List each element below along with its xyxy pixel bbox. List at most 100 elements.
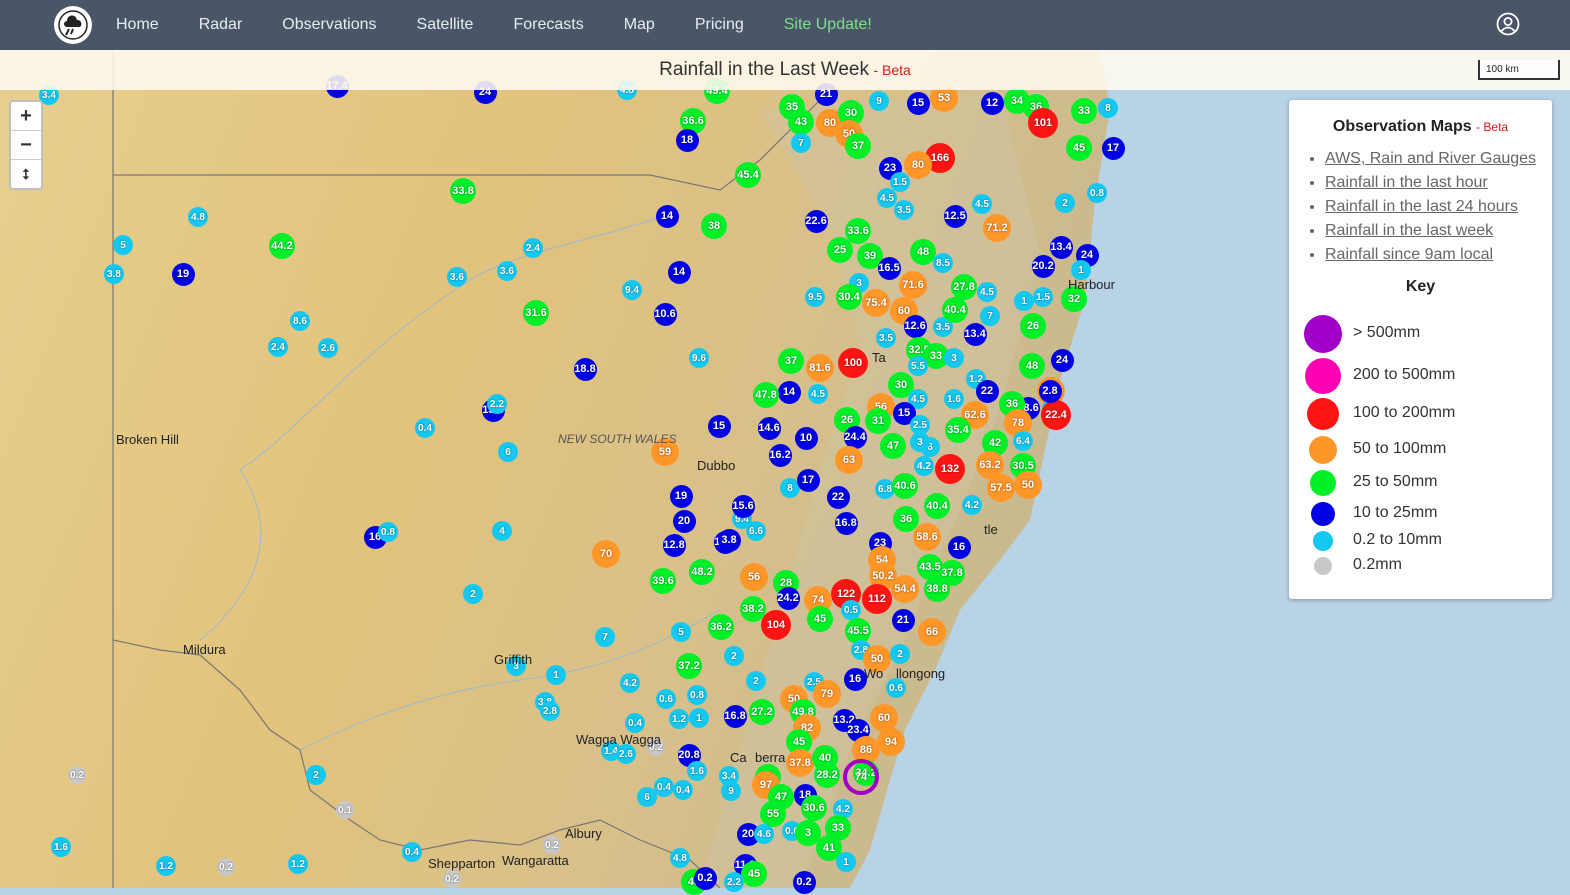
rain-marker[interactable]: 25 <box>827 237 853 263</box>
rain-marker[interactable]: 1 <box>1014 291 1034 311</box>
rain-marker[interactable]: 40.4 <box>942 297 968 323</box>
rain-marker[interactable]: 45 <box>807 606 833 632</box>
rain-marker[interactable]: 70 <box>592 540 620 568</box>
rain-marker[interactable]: 0.2 <box>443 870 461 888</box>
rain-marker[interactable]: 5 <box>671 622 691 642</box>
rain-marker[interactable]: 0.8 <box>1087 183 1107 203</box>
site-logo-icon[interactable] <box>54 6 92 44</box>
rain-marker[interactable]: 33 <box>1071 98 1097 124</box>
rain-marker[interactable]: 2.8 <box>1038 379 1062 403</box>
rain-marker[interactable]: 37.8 <box>786 749 814 777</box>
rain-marker[interactable]: 2 <box>1055 193 1075 213</box>
rain-marker[interactable]: 8.6 <box>290 311 310 331</box>
rain-marker[interactable]: 30.6 <box>801 795 827 821</box>
rain-marker[interactable]: 6 <box>637 787 657 807</box>
rain-marker[interactable]: 0.8 <box>687 685 707 705</box>
rain-marker[interactable]: 2.4 <box>268 337 288 357</box>
rain-marker[interactable]: 45 <box>741 861 767 887</box>
rain-marker[interactable]: 0.4 <box>415 418 435 438</box>
rain-marker[interactable]: 38.8 <box>924 576 950 602</box>
rain-marker[interactable]: 22.6 <box>804 209 828 233</box>
rain-marker[interactable]: 28.2 <box>814 762 840 788</box>
rain-marker[interactable]: 1 <box>689 708 709 728</box>
nav-radar[interactable]: Radar <box>199 16 243 34</box>
rain-marker[interactable]: 37 <box>778 348 804 374</box>
rain-marker[interactable]: 94 <box>877 728 905 756</box>
rain-marker[interactable]: 1 <box>836 852 856 872</box>
rain-marker[interactable]: 2.8 <box>540 701 560 721</box>
nav-pricing[interactable]: Pricing <box>695 16 744 34</box>
rain-marker[interactable]: 8 <box>1098 98 1118 118</box>
rain-marker[interactable]: 112 <box>862 584 892 614</box>
rain-marker[interactable]: 0.2 <box>68 766 86 784</box>
rain-marker[interactable]: 9 <box>869 91 889 111</box>
rain-marker[interactable]: 17 <box>796 468 820 492</box>
rain-marker[interactable]: 6.4 <box>1013 431 1033 451</box>
rain-marker[interactable]: 17 <box>1101 136 1125 160</box>
rain-marker[interactable]: 50 <box>1014 471 1042 499</box>
rain-marker[interactable]: 104 <box>761 610 791 640</box>
rain-marker[interactable]: 8.5 <box>933 253 953 273</box>
rain-marker[interactable]: 1.6 <box>687 761 707 781</box>
rain-marker[interactable]: 21 <box>891 608 915 632</box>
reset-north-button[interactable]: ⭥ <box>11 160 41 188</box>
rain-marker[interactable]: 14 <box>655 204 679 228</box>
rain-marker[interactable]: 10.6 <box>653 302 677 326</box>
rain-marker[interactable]: 0.1 <box>336 801 354 819</box>
rain-marker[interactable]: 22.4 <box>1041 400 1071 430</box>
rain-marker[interactable]: 2.2 <box>724 872 744 892</box>
rain-marker[interactable]: 81.6 <box>806 354 834 382</box>
rain-marker[interactable]: 3.8 <box>717 528 741 552</box>
rain-marker[interactable]: 7 <box>980 306 1000 326</box>
rain-marker[interactable]: 18 <box>675 128 699 152</box>
nav-home[interactable]: Home <box>116 16 159 34</box>
rain-marker[interactable]: 16 <box>947 535 971 559</box>
rain-marker[interactable]: 66 <box>918 618 946 646</box>
rain-marker[interactable]: 40.4 <box>924 493 950 519</box>
rain-marker[interactable]: 0.2 <box>217 858 235 876</box>
rain-marker[interactable]: 4.2 <box>962 495 982 515</box>
nav-forecasts[interactable]: Forecasts <box>513 16 583 34</box>
link-rainfall-since-9am[interactable]: Rainfall since 9am local <box>1325 246 1493 263</box>
rain-marker[interactable]: 47.8 <box>753 382 779 408</box>
rain-marker[interactable]: 20.2 <box>1031 254 1055 278</box>
link-rainfall-24-hours[interactable]: Rainfall in the last 24 hours <box>1325 198 1518 215</box>
rain-marker[interactable]: 0.4 <box>625 713 645 733</box>
rain-marker[interactable]: 48.2 <box>689 559 715 585</box>
rain-marker[interactable]: 1.2 <box>288 854 308 874</box>
rain-marker[interactable]: 37 <box>845 133 871 159</box>
link-rainfall-last-hour[interactable]: Rainfall in the last hour <box>1325 174 1488 191</box>
rain-marker[interactable]: 12.8 <box>662 533 686 557</box>
rain-marker[interactable]: 3.5 <box>894 200 914 220</box>
link-rainfall-last-week[interactable]: Rainfall in the last week <box>1325 222 1493 239</box>
rain-marker[interactable]: 14 <box>667 260 691 284</box>
rain-marker[interactable]: 14.6 <box>757 416 781 440</box>
rain-marker[interactable]: 2.2 <box>487 394 507 414</box>
rain-marker[interactable]: 54.4 <box>891 575 919 603</box>
rain-marker[interactable]: 2 <box>463 584 483 604</box>
rain-marker[interactable]: 7 <box>791 133 811 153</box>
zoom-in-button[interactable]: + <box>11 102 41 131</box>
rain-marker[interactable]: 37.2 <box>676 653 702 679</box>
rain-marker[interactable]: 71.6 <box>899 271 927 299</box>
rain-marker[interactable]: 30.4 <box>836 284 862 310</box>
rain-marker[interactable]: 12.5 <box>943 204 967 228</box>
rain-marker[interactable]: 45.4 <box>735 162 761 188</box>
rain-marker[interactable]: 1.2 <box>669 709 689 729</box>
rain-marker[interactable]: 15 <box>906 91 930 115</box>
rain-marker[interactable]: 2.4 <box>523 238 543 258</box>
rain-marker[interactable]: 15 <box>707 414 731 438</box>
nav-satellite[interactable]: Satellite <box>417 16 474 34</box>
rain-marker[interactable]: 27.2 <box>749 699 775 725</box>
rain-marker[interactable]: 1.6 <box>944 389 964 409</box>
rain-marker[interactable]: 45 <box>1066 135 1092 161</box>
rain-marker[interactable]: 13.4 <box>963 322 987 346</box>
rain-marker[interactable]: 9.6 <box>689 348 709 368</box>
rain-marker[interactable]: 9 <box>721 781 741 801</box>
rain-marker[interactable]: 2 <box>746 671 766 691</box>
rain-marker[interactable]: 79 <box>813 680 841 708</box>
rain-marker[interactable]: 0.4 <box>673 780 693 800</box>
rain-marker[interactable]: 1.2 <box>156 856 176 876</box>
rain-marker[interactable]: 56 <box>740 563 768 591</box>
rain-marker[interactable]: 1 <box>546 665 566 685</box>
